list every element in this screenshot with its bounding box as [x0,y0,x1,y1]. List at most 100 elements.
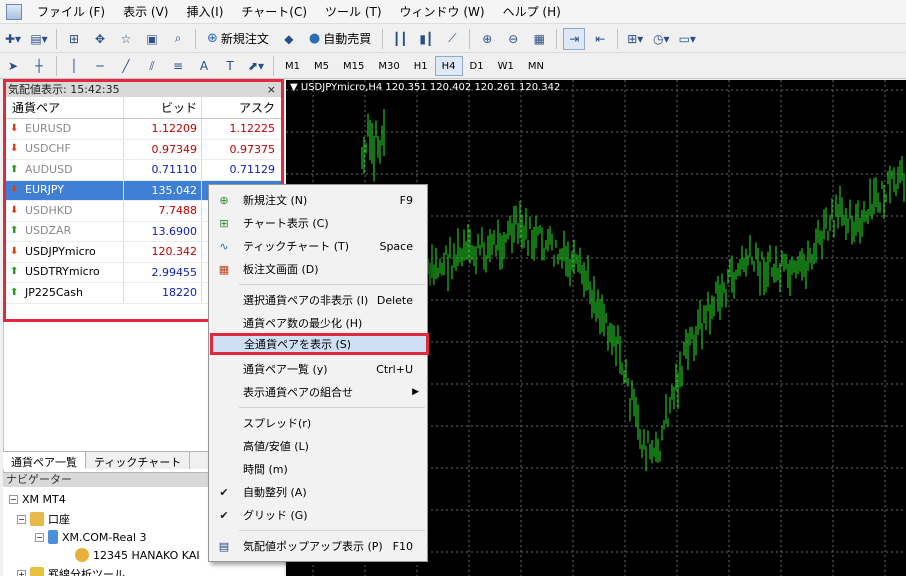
menu-help[interactable]: ヘルプ (H) [494,0,570,24]
nav-account[interactable]: 12345 HANAKO KAI [75,548,200,562]
indicators-icon[interactable]: ⊞▾ [624,28,646,50]
menu-item-hide-all[interactable]: 通貨ペア数の最少化 (H) [209,312,427,334]
toolbar-separator [469,28,471,49]
menu-item-new-order[interactable]: ⊕ 新規注文 (N) F9 [209,189,427,211]
timeframe-h4[interactable]: H4 [434,56,463,76]
periods-icon[interactable]: ◷▾ [650,28,672,50]
nav-root[interactable]: − XM MT4 [9,493,66,506]
down-arrow-icon: ⬇ [10,204,19,216]
menu-window[interactable]: ウィンドウ (W) [391,0,494,24]
chart-window-icon: ⊞ [219,216,229,230]
menu-tools[interactable]: ツール (T) [316,0,391,24]
cursor-icon[interactable]: ➤ [2,55,24,77]
table-row[interactable]: ⬆ AUDUSD 0.71110 0.71129 [6,160,281,181]
text-icon[interactable]: A [193,55,215,77]
menu-item-depth-of-market[interactable]: ▦ 板注文画面 (D) [209,258,427,280]
table-row[interactable]: ⬇ EURUSD 1.12209 1.12225 [6,119,281,140]
column-header-ask[interactable]: アスク [202,97,281,118]
new-chart-icon[interactable]: ✚▾ [2,28,24,50]
timeframe-m5[interactable]: M5 [307,56,336,76]
chart-shift-icon[interactable]: ⇤ [589,28,611,50]
tab-tick-chart[interactable]: ティックチャート [86,452,191,469]
menu-item-sets[interactable]: 表示通貨ペアの組合せ ▶ [209,381,427,403]
column-header-symbol[interactable]: 通貨ペア [6,97,124,118]
checkmark-icon: ✔ [219,508,229,522]
menu-view[interactable]: 表示 (V) [114,0,177,24]
vertical-line-icon[interactable]: │ [63,55,85,77]
indicators-folder-icon [30,567,44,576]
menu-separator [239,407,425,408]
toolbar-separator [195,28,196,49]
profiles-icon[interactable]: ▤▾ [28,28,50,50]
line-chart-icon[interactable]: ⟋ [441,28,463,50]
menu-item-popup-prices[interactable]: ▤ 気配値ポップアップ表示 (P) F10 [209,535,427,557]
collapse-icon[interactable]: − [17,514,26,524]
collapse-icon[interactable]: − [9,495,18,504]
timeframe-m1[interactable]: M1 [278,56,307,76]
candlestick-icon[interactable]: ▮┃ [415,28,437,50]
text-label-icon[interactable]: T [219,55,241,77]
nav-indicators[interactable]: + 罫線分析ツール [17,566,125,576]
app-icon [6,3,22,20]
data-window-icon[interactable]: ✥ [89,28,111,50]
ask-value: 0.71129 [229,163,276,176]
chart-autoscroll-icon[interactable]: ⇥ [563,27,586,50]
timeframe-w1[interactable]: W1 [491,56,521,76]
close-icon[interactable]: × [267,82,276,97]
horizontal-line-icon[interactable]: ─ [89,55,111,77]
ask-value: 1.12225 [229,122,276,135]
menu-item-hide-symbol[interactable]: 選択通貨ペアの非表示 (I) Delete [209,289,427,311]
timeframe-m30[interactable]: M30 [371,56,406,76]
menu-file[interactable]: ファイル (F) [28,0,114,24]
symbol-name: USDTRYmicro [25,265,100,279]
bar-chart-icon[interactable]: ┃┃ [389,28,411,50]
menu-item-tick-chart[interactable]: ∿ ティックチャート (T) Space [209,235,427,257]
user-icon [75,548,89,562]
menu-chart[interactable]: チャート(C) [232,0,316,24]
toolbar-separator [56,28,57,49]
zoom-in-icon[interactable]: ⊕ [476,28,498,50]
expand-icon[interactable]: + [17,569,26,576]
new-order-button[interactable]: ⊕ 新規注文 [202,28,274,50]
nav-accounts[interactable]: − 口座 [17,511,70,527]
menu-item-time[interactable]: 時間 (m) [209,458,427,480]
menu-insert[interactable]: 挿入(I) [177,0,232,24]
symbol-name: EURUSD [25,121,72,135]
nav-server[interactable]: − XM.COM-Real 3 [35,530,147,544]
menu-item-spread[interactable]: スプレッド(r) [209,412,427,434]
terminal-icon[interactable]: ▣ [141,28,163,50]
column-header-bid[interactable]: ビッド [124,97,202,118]
bid-value: 13.6900 [124,221,202,241]
tile-windows-icon[interactable]: ▦ [528,28,550,50]
metaeditor-icon[interactable]: ◆ [278,28,300,50]
menu-item-auto-arrange[interactable]: ✔ 自動整列 (A) [209,481,427,503]
checkmark-icon: ✔ [219,485,229,499]
trendline-icon[interactable]: ╱ [115,55,137,77]
symbol-name: AUDUSD [25,162,73,176]
up-arrow-icon: ⬆ [10,266,19,278]
auto-trading-button[interactable]: ● 自動売買 [304,28,376,50]
menu-item-show-all[interactable]: 全通貨ペアを表示 (S) [210,333,429,355]
menu-item-high-low[interactable]: 高値/安値 (L) [209,435,427,457]
tab-symbols[interactable]: 通貨ペア一覧 [3,452,86,469]
strategy-tester-icon[interactable]: ⌕ [167,28,189,50]
fibonacci-icon[interactable]: ≡ [167,55,189,77]
crosshair-icon[interactable]: ┼ [28,55,50,77]
market-watch-icon[interactable]: ⊞ [63,28,85,50]
table-row[interactable]: ⬇ USDCHF 0.97349 0.97375 [6,139,281,160]
collapse-icon[interactable]: − [35,532,44,542]
channel-icon[interactable]: ⫽ [141,55,163,77]
menu-item-symbols[interactable]: 通貨ペア一覧 (y) Ctrl+U [209,358,427,380]
navigator-icon[interactable]: ☆ [115,28,137,50]
timeframe-h1[interactable]: H1 [407,56,435,76]
menu-item-grid[interactable]: ✔ グリッド (G) [209,504,427,526]
timeframe-m15[interactable]: M15 [336,56,371,76]
timeframe-d1[interactable]: D1 [463,56,491,76]
arrows-icon[interactable]: ⬈▾ [245,55,267,77]
timeframe-mn[interactable]: MN [521,56,551,76]
templates-icon[interactable]: ▭▾ [676,28,698,50]
zoom-out-icon[interactable]: ⊖ [502,28,524,50]
up-arrow-icon: ⬆ [10,225,19,237]
menu-item-chart-window[interactable]: ⊞ チャート表示 (C) [209,212,427,234]
symbol-name: JP225Cash [25,285,83,299]
